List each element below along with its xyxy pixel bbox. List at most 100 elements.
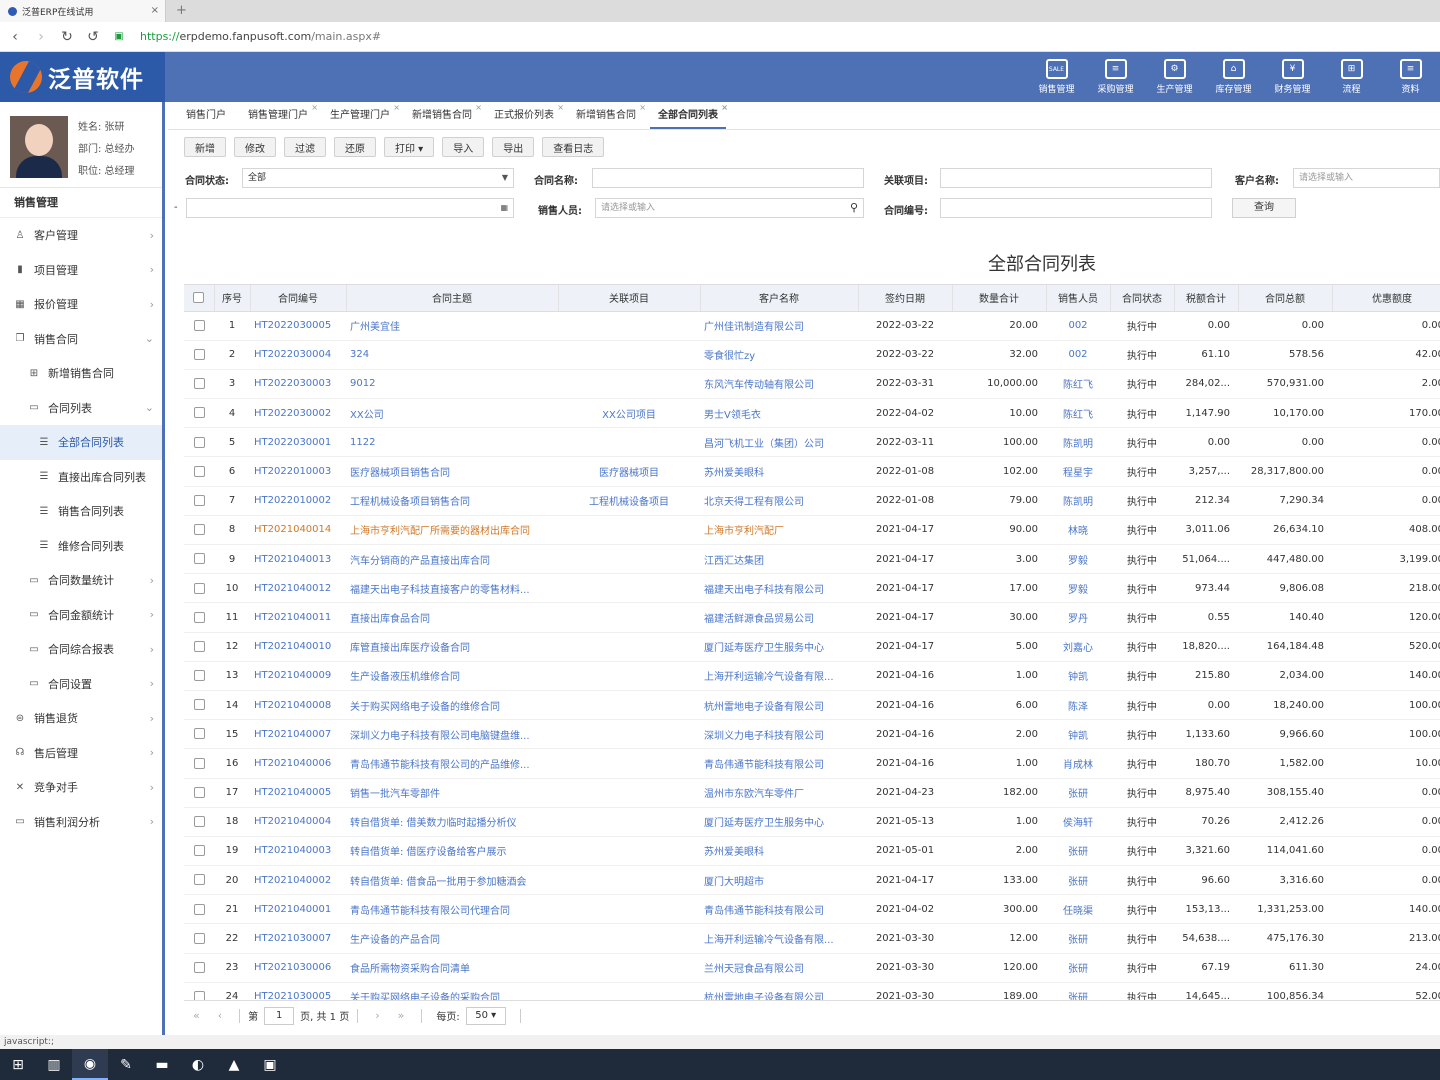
column-header[interactable]: 合同编号 [250, 285, 347, 312]
table-row[interactable]: 3 HT2022030003 9012 东风汽车传动轴有限公司 2022-03-31 10… [184, 369, 1440, 400]
table-cell[interactable]: 销售一批汽车零部件 [346, 778, 558, 808]
column-header[interactable]: 合同总额 [1238, 285, 1333, 312]
query-button[interactable]: 查询 [1232, 198, 1296, 218]
sidebar-item[interactable]: ▭ 合同设置 › [0, 667, 162, 702]
table-row[interactable]: 5 HT2022030001 1122 昌河飞机工业（集团）公司 2022-03-11 1… [184, 427, 1440, 458]
toolbar-button[interactable]: 导入 [442, 137, 485, 157]
page-tab[interactable]: 新增销售合同 × [568, 103, 646, 129]
table-cell[interactable]: HT2021040010 [250, 632, 346, 662]
table-cell[interactable]: 324 [346, 340, 558, 370]
table-row[interactable]: 8 HT2021040014 上海市亨利汽配厂所需要的器材出库合同 上海市亨利汽配厂 2… [184, 515, 1440, 546]
reload-icon[interactable]: ↻ [56, 29, 78, 45]
column-header[interactable]: 税额合计 [1174, 285, 1239, 312]
status-select[interactable]: 全部 ▼ [242, 168, 514, 188]
customer-input[interactable]: 请选择或输入 [1293, 168, 1440, 188]
sidebar-item[interactable]: ▮ 项目管理 › [0, 253, 162, 288]
table-cell[interactable]: 上海市亨利汽配厂所需要的器材出库合同 [346, 515, 558, 546]
page-size-select[interactable]: 50 ▾ [465, 1006, 506, 1025]
table-row[interactable]: 22 HT2021030007 生产设备的产品合同 上海开利运输冷气设备有限... 20… [184, 923, 1440, 954]
back-icon[interactable]: ‹ [4, 29, 26, 45]
column-header[interactable]: 合同状态 [1110, 285, 1175, 312]
table-cell[interactable]: 生产设备液压机维修合同 [346, 661, 558, 691]
close-icon[interactable]: × [151, 5, 159, 16]
page-tab[interactable]: 生产管理门户 × [322, 103, 400, 129]
table-cell[interactable]: 1122 [346, 427, 558, 458]
project-input[interactable] [940, 168, 1212, 188]
table-cell[interactable]: 医疗器械项目销售合同 [346, 456, 558, 487]
table-cell[interactable]: 转自借货单: 借美数力临时起播分析仪 [346, 807, 558, 837]
select-all-checkbox[interactable] [184, 285, 215, 312]
row-checkbox[interactable] [184, 632, 214, 662]
task-view-icon[interactable]: ▥ [36, 1049, 72, 1080]
windows-start-icon[interactable]: ⊞ [0, 1049, 36, 1080]
top-nav-item[interactable]: SALE 销售管理 [1027, 52, 1086, 102]
column-header[interactable]: 签约日期 [858, 285, 953, 312]
top-nav-item[interactable]: ⌂ 库存管理 [1204, 52, 1263, 102]
column-header[interactable]: 优惠额度 [1332, 285, 1440, 312]
row-checkbox[interactable] [184, 369, 214, 400]
row-checkbox[interactable] [184, 544, 214, 575]
toolbar-button[interactable]: 打印 ▾ [384, 137, 435, 157]
last-page-button[interactable]: » [398, 1009, 405, 1022]
row-checkbox[interactable] [184, 515, 214, 546]
page-tab[interactable]: 销售管理门户 × [240, 103, 318, 129]
sidebar-item[interactable]: ▭ 合同列表 ⌄ [0, 391, 162, 426]
prev-page-button[interactable]: ‹ [218, 1009, 222, 1022]
toolbar-button[interactable]: 新增 [184, 137, 226, 157]
next-page-button[interactable]: › [375, 1009, 379, 1022]
table-row[interactable]: 21 HT2021040001 青岛伟通节能科技有限公司代理合同 青岛伟通节能科技有限… [184, 894, 1440, 925]
row-checkbox[interactable] [184, 311, 214, 341]
table-cell[interactable]: HT2021040013 [250, 544, 346, 575]
table-row[interactable]: 16 HT2021040006 青岛伟通节能科技有限公司的产品维修... 青岛伟通节能… [184, 748, 1440, 779]
table-row[interactable]: 11 HT2021040011 直接出库食品合同 福建活鲜源食品贸易公司 2021-04… [184, 602, 1440, 633]
contract-name-input[interactable] [592, 168, 864, 188]
sidebar-item[interactable]: ☰ 维修合同列表 [0, 529, 162, 564]
table-row[interactable]: 9 HT2021040013 汽车分销商的产品直接出库合同 江西汇达集团 2021-04… [184, 544, 1440, 575]
toolbar-button[interactable]: 还原 [334, 137, 376, 157]
table-cell[interactable]: HT2021030007 [250, 923, 346, 954]
table-cell[interactable]: 关于购买网络电子设备的采购合同 [346, 982, 558, 1000]
column-header[interactable]: 销售人员 [1046, 285, 1111, 312]
sidebar-item[interactable]: ✕ 竞争对手 › [0, 770, 162, 805]
sidebar-item[interactable]: ▭ 合同综合报表 › [0, 632, 162, 667]
table-cell[interactable]: HT2021040014 [250, 515, 346, 546]
close-icon[interactable]: × [311, 95, 318, 121]
table-cell[interactable]: 广州美宜佳 [346, 311, 558, 341]
sidebar-item[interactable]: ▭ 合同金额统计 › [0, 598, 162, 633]
table-row[interactable]: 18 HT2021040004 转自借货单: 借美数力临时起播分析仪 厦门延寿医疗卫生… [184, 807, 1440, 837]
table-cell[interactable]: HT2021040005 [250, 778, 346, 808]
row-checkbox[interactable] [184, 340, 214, 370]
table-cell[interactable]: HT2021040002 [250, 865, 346, 896]
table-row[interactable]: 12 HT2021040010 库管直接出库医疗设备合同 厦门延寿医疗卫生服务中心 20… [184, 632, 1440, 662]
table-cell[interactable]: HT2021030006 [250, 953, 346, 983]
undo-icon[interactable]: ↺ [82, 29, 104, 45]
top-nav-item[interactable]: ≡ 资料 [1381, 52, 1440, 102]
table-row[interactable]: 14 HT2021040008 关于购买网络电子设备的维修合同 杭州雷地电子设备有限公… [184, 690, 1440, 721]
paint-icon[interactable]: ✎ [108, 1049, 144, 1080]
row-checkbox[interactable] [184, 836, 214, 867]
table-cell[interactable]: 库管直接出库医疗设备合同 [346, 632, 558, 662]
top-nav-item[interactable]: ¥ 财务管理 [1263, 52, 1322, 102]
table-cell[interactable]: 9012 [346, 369, 558, 400]
table-cell[interactable]: 转自借货单: 借食品一批用于参加糖酒会 [346, 865, 558, 896]
table-cell[interactable]: XX公司 [346, 398, 558, 429]
row-checkbox[interactable] [184, 982, 214, 1000]
table-row[interactable]: 19 HT2021040003 转自借货单: 借医疗设备给客户展示 苏州爱美眼科 202… [184, 836, 1440, 867]
row-checkbox[interactable] [184, 865, 214, 896]
row-checkbox[interactable] [184, 748, 214, 779]
table-cell[interactable]: HT2021040012 [250, 573, 346, 604]
close-icon[interactable]: × [393, 95, 400, 121]
row-checkbox[interactable] [184, 953, 214, 983]
sidebar-item[interactable]: ⊜ 销售退货 › [0, 701, 162, 736]
toolbar-button[interactable]: 查看日志 [542, 137, 605, 157]
page-number-input[interactable]: 1 [264, 1006, 295, 1025]
sidebar-item[interactable]: ☊ 售后管理 › [0, 736, 162, 771]
row-checkbox[interactable] [184, 398, 214, 429]
page-tab[interactable]: 销售门户 [178, 103, 234, 129]
page-tab[interactable]: 正式报价列表 × [486, 103, 564, 129]
table-row[interactable]: 17 HT2021040005 销售一批汽车零部件 温州市东欧汽车零件厂 2021-04… [184, 778, 1440, 808]
table-cell[interactable]: 青岛伟通节能科技有限公司代理合同 [346, 894, 558, 925]
table-cell[interactable]: 生产设备的产品合同 [346, 923, 558, 954]
table-row[interactable]: 1 HT2022030005 广州美宜佳 广州佳讯制造有限公司 2022-03-22 20… [184, 311, 1440, 341]
edge-icon[interactable]: ◐ [180, 1049, 216, 1080]
